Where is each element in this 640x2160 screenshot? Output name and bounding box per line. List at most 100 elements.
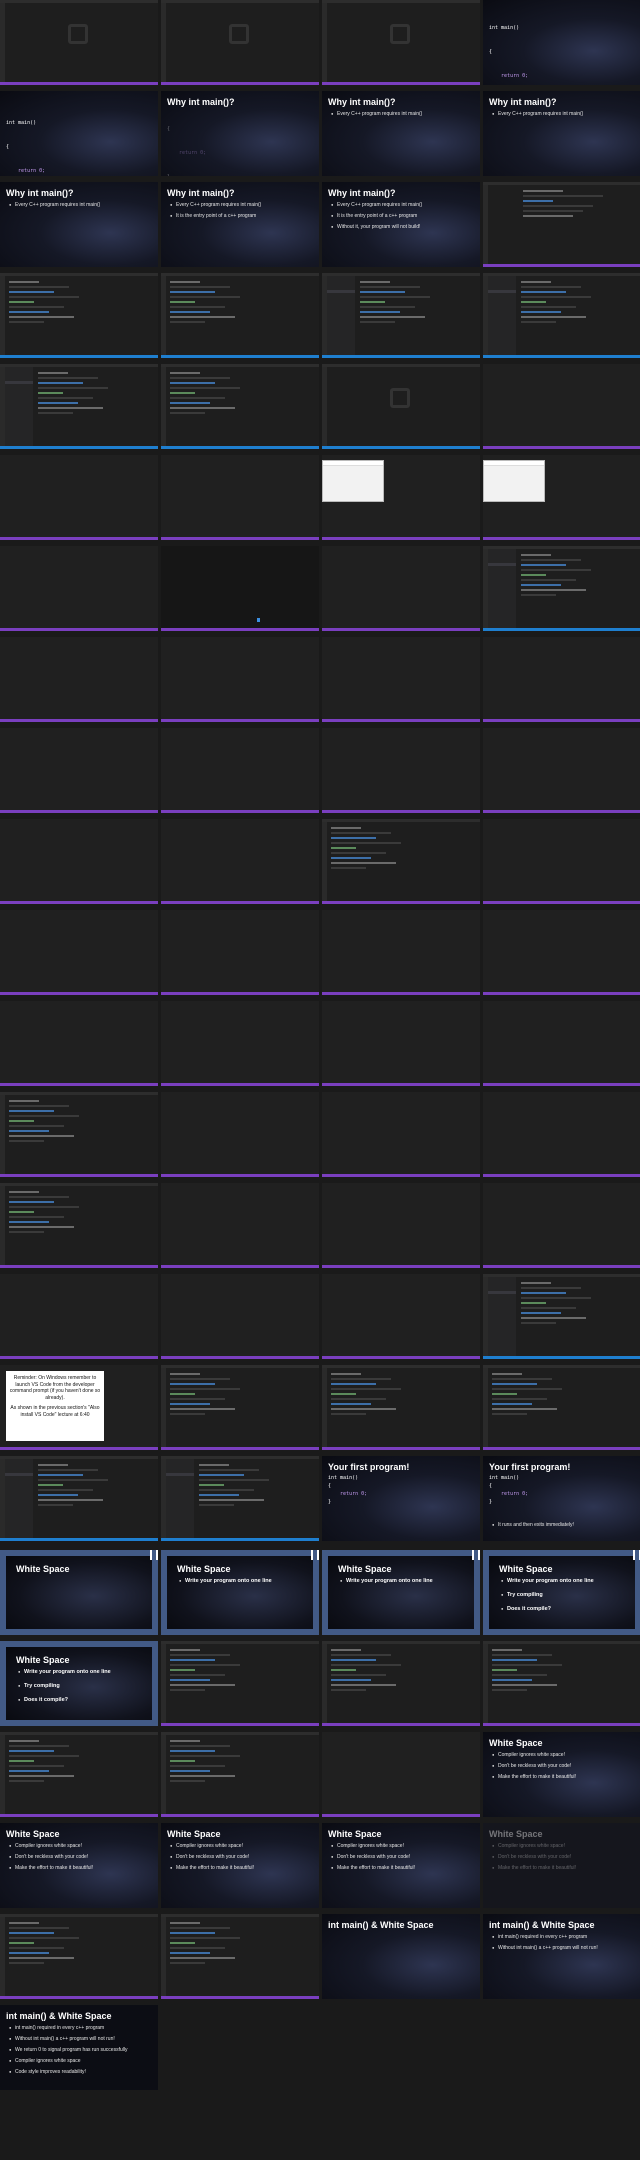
frame-slide-summary[interactable]: int main() & White Space int main() requi…: [483, 1914, 640, 1999]
frame-editor-empty[interactable]: [322, 1183, 480, 1268]
frame-editor-empty[interactable]: [483, 728, 640, 813]
frame-editor-empty[interactable]: [322, 728, 480, 813]
pause-icon[interactable]: [150, 1550, 158, 1560]
frame-editor-code[interactable]: [0, 364, 158, 449]
frame-editor-empty[interactable]: [161, 728, 319, 813]
frame-reminder[interactable]: Reminder: On Windows remember to launch …: [0, 1365, 158, 1450]
frame-slide-why[interactable]: Why int main()? Every C++ program requir…: [322, 182, 480, 267]
file-explorer[interactable]: [166, 1459, 194, 1538]
frame-slide-white-space[interactable]: White Space Compiler ignores white space!…: [322, 1823, 480, 1908]
frame-editor-empty[interactable]: [483, 1183, 640, 1268]
frame-editor-code[interactable]: [322, 273, 480, 358]
frame-editor-empty[interactable]: [322, 1092, 480, 1177]
frame-editor-code[interactable]: [483, 273, 640, 358]
file-explorer[interactable]: [327, 276, 355, 355]
frame-editor-code[interactable]: [322, 1641, 480, 1726]
frame-slide-first-program[interactable]: Your first program! int main() { return 0;…: [483, 1456, 640, 1541]
frame-slide-white-space[interactable]: White Space Write your program onto one l…: [161, 1550, 319, 1635]
frame-slide-white-space[interactable]: White Space Compiler ignores white space!…: [0, 1823, 158, 1908]
frame-editor-code[interactable]: [161, 273, 319, 358]
frame-editor-empty[interactable]: [322, 637, 480, 722]
file-dialog[interactable]: [322, 460, 384, 502]
frame-slide-white-space[interactable]: White Space Compiler ignores white space!…: [161, 1823, 319, 1908]
frame-editor-empty[interactable]: [161, 910, 319, 995]
frame-editor-code[interactable]: [161, 364, 319, 449]
frame-slide-why[interactable]: Why int main()? { return 0; }: [161, 91, 319, 176]
pause-icon[interactable]: [633, 1550, 640, 1560]
pause-icon[interactable]: [472, 1550, 480, 1560]
frame-editor-empty[interactable]: [0, 728, 158, 813]
frame-editor-empty[interactable]: [161, 1183, 319, 1268]
frame-editor-empty[interactable]: [322, 1732, 480, 1817]
file-explorer[interactable]: [488, 1277, 516, 1356]
frame-editor-empty[interactable]: [161, 637, 319, 722]
frame-slide-code[interactable]: int main() { return 0; }: [0, 91, 158, 176]
file-explorer[interactable]: [5, 367, 33, 446]
frame-editor-code[interactable]: [0, 1183, 158, 1268]
frame-editor-code[interactable]: [161, 1641, 319, 1726]
frame-editor-empty[interactable]: [483, 364, 640, 449]
frame-slide-white-space[interactable]: White Space: [0, 1550, 158, 1635]
frame-editor-code[interactable]: [483, 1365, 640, 1450]
frame-editor-welcome[interactable]: [0, 0, 158, 85]
file-explorer[interactable]: [5, 1459, 33, 1538]
frame-file-dialog[interactable]: [483, 455, 640, 540]
frame-editor-empty[interactable]: [161, 819, 319, 904]
frame-editor-empty[interactable]: [483, 819, 640, 904]
frame-slide-first-program[interactable]: Your first program! int main() { return 0;…: [322, 1456, 480, 1541]
frame-slide-summary[interactable]: int main() & White Space int main() requi…: [0, 2005, 158, 2090]
frame-editor-code[interactable]: [0, 1092, 158, 1177]
file-dialog[interactable]: [483, 460, 545, 502]
frame-editor-code[interactable]: [483, 1274, 640, 1359]
frame-editor-code[interactable]: [0, 273, 158, 358]
frame-editor-code[interactable]: [322, 1365, 480, 1450]
frame-editor-empty[interactable]: [483, 637, 640, 722]
frame-editor-empty[interactable]: [161, 455, 319, 540]
frame-slide-code[interactable]: int main() { return 0; }: [483, 0, 640, 85]
frame-editor-empty[interactable]: [483, 1092, 640, 1177]
frame-editor-code[interactable]: [483, 546, 640, 631]
frame-editor-empty[interactable]: [0, 546, 158, 631]
file-explorer[interactable]: [488, 276, 516, 355]
frame-editor-welcome[interactable]: [161, 0, 319, 85]
frame-editor-code[interactable]: [483, 1641, 640, 1726]
frame-editor-empty[interactable]: [483, 1001, 640, 1086]
frame-slide-white-space[interactable]: White Space Compiler ignores white space!…: [483, 1823, 640, 1908]
frame-editor-empty[interactable]: [322, 1274, 480, 1359]
frame-editor-empty[interactable]: [322, 910, 480, 995]
frame-slide-why[interactable]: Why int main()? Every C++ program requir…: [483, 91, 640, 176]
frame-editor-empty[interactable]: [322, 546, 480, 631]
frame-slide-white-space[interactable]: White Space Write your program onto one l…: [483, 1550, 640, 1635]
frame-slide-summary[interactable]: int main() & White Space: [322, 1914, 480, 1999]
frame-editor-code[interactable]: [0, 1914, 158, 1999]
frame-editor-empty[interactable]: [0, 1001, 158, 1086]
pause-icon[interactable]: [311, 1550, 319, 1560]
frame-editor-empty[interactable]: [0, 1274, 158, 1359]
frame-editor-code[interactable]: [161, 1456, 319, 1541]
frame-editor-empty[interactable]: [322, 1001, 480, 1086]
frame-slide-why[interactable]: Why int main()? Every C++ program requir…: [161, 182, 319, 267]
frame-slide-why[interactable]: Why int main()? Every C++ program requir…: [0, 182, 158, 267]
frame-editor-empty[interactable]: [161, 1092, 319, 1177]
frame-editor-empty[interactable]: [0, 910, 158, 995]
frame-editor-code[interactable]: [0, 1456, 158, 1541]
frame-file-dialog[interactable]: [322, 455, 480, 540]
frame-editor-empty[interactable]: [161, 1274, 319, 1359]
frame-editor-code[interactable]: [0, 1732, 158, 1817]
frame-editor-terminal[interactable]: [161, 546, 319, 631]
frame-editor-empty[interactable]: [0, 455, 158, 540]
frame-editor-empty[interactable]: [161, 1001, 319, 1086]
frame-slide-white-space[interactable]: White Space Write your program onto one l…: [0, 1641, 158, 1726]
frame-editor-empty[interactable]: [0, 819, 158, 904]
frame-editor-empty[interactable]: [0, 637, 158, 722]
frame-editor-docs[interactable]: [483, 182, 640, 267]
frame-editor-welcome[interactable]: [322, 364, 480, 449]
frame-slide-why[interactable]: Why int main()? Every C++ program requir…: [322, 91, 480, 176]
frame-editor-code[interactable]: [161, 1732, 319, 1817]
frame-slide-white-space[interactable]: White Space Write your program onto one l…: [322, 1550, 480, 1635]
frame-slide-white-space[interactable]: White Space Compiler ignores white space!…: [483, 1732, 640, 1817]
file-explorer[interactable]: [488, 549, 516, 628]
frame-editor-welcome[interactable]: [322, 0, 480, 85]
frame-editor-code[interactable]: [322, 819, 480, 904]
frame-editor-empty[interactable]: [483, 910, 640, 995]
